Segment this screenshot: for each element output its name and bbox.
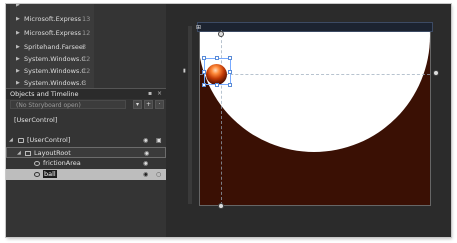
storyboard-options-button[interactable]: ▾ xyxy=(133,100,142,109)
blend-window: ▶ ▶ Microsoft.Express 13 ▶ Microsoft.Expres… xyxy=(6,4,451,237)
assembly-count: 13 xyxy=(82,15,91,23)
expand-arrow-icon[interactable]: ▶ xyxy=(16,27,20,39)
close-icon[interactable]: × xyxy=(157,89,162,99)
resize-handle[interactable] xyxy=(202,56,206,60)
lock-icon[interactable]: ○ xyxy=(156,169,161,180)
list-item[interactable]: ▶ System.Windows.C 12 xyxy=(10,65,94,77)
tree-label: [UserControl] xyxy=(27,136,71,144)
close-icon: · xyxy=(158,101,161,108)
resize-handle[interactable] xyxy=(215,83,219,87)
lock-icon[interactable]: ▣ xyxy=(156,135,162,146)
assembly-count: 12 xyxy=(82,55,91,63)
expand-arrow-icon[interactable]: ◢ xyxy=(9,135,13,146)
artboard-area: ⊞ ▮ xyxy=(166,4,451,237)
bottom-margin-marker[interactable] xyxy=(218,203,224,209)
eye-icon[interactable]: ◉ xyxy=(143,135,148,146)
eye-icon[interactable]: ◉ xyxy=(143,169,148,180)
expand-arrow-icon[interactable]: ▶ xyxy=(16,13,20,25)
tree-label: frictionArea xyxy=(43,159,81,167)
storyboard-bar: (No Storyboard open) ▾ + · xyxy=(6,99,166,111)
assembly-name: Microsoft.Express xyxy=(24,15,82,23)
usercontrol-icon xyxy=(18,138,24,143)
tree-row-root[interactable]: [UserControl] xyxy=(6,115,166,126)
expand-arrow-icon[interactable]: ▶ xyxy=(16,41,20,53)
tree-label: [UserControl] xyxy=(14,116,58,124)
list-item[interactable]: ▶ System.Windows.C 3 xyxy=(10,77,94,88)
list-item[interactable]: ▶ Spritehand.Farseer 5 xyxy=(10,41,94,53)
right-margin-marker[interactable] xyxy=(433,70,439,76)
resize-handle[interactable] xyxy=(228,70,232,74)
tree-row-frictionarea[interactable]: frictionArea ◉ xyxy=(6,158,166,169)
eye-icon[interactable]: ◉ xyxy=(143,158,148,169)
selection-box[interactable] xyxy=(204,58,231,85)
assembly-name: System.Windows.C xyxy=(24,67,86,75)
artboard-top-bar[interactable] xyxy=(197,22,433,32)
guide-line xyxy=(200,74,430,75)
vertical-ruler[interactable] xyxy=(188,26,192,204)
panel-title: Objects and Timeline xyxy=(10,90,79,98)
assembly-name: System.Windows.C xyxy=(24,79,86,87)
ellipse-icon xyxy=(34,172,40,177)
resize-handle[interactable] xyxy=(202,70,206,74)
expand-arrow-icon[interactable]: ▶ xyxy=(16,4,20,11)
assembly-list: ▶ ▶ Microsoft.Express 13 ▶ Microsoft.Expres… xyxy=(10,4,94,88)
resize-handle[interactable] xyxy=(202,83,206,87)
resize-handle[interactable] xyxy=(228,83,232,87)
resize-handle[interactable] xyxy=(215,56,219,60)
new-storyboard-button[interactable]: + xyxy=(144,100,153,109)
top-margin-marker[interactable] xyxy=(218,31,224,37)
artboard[interactable] xyxy=(199,29,431,206)
objects-timeline-header: Objects and Timeline ▪ × xyxy=(6,88,166,99)
tree-label[interactable]: ball xyxy=(43,170,57,178)
list-item[interactable]: ▶ Microsoft.Express 13 xyxy=(10,13,94,25)
guide-line xyxy=(221,30,222,205)
list-item[interactable]: ▶ System.Windows.C 12 xyxy=(10,53,94,65)
expand-arrow-icon[interactable]: ▶ xyxy=(16,77,20,88)
pin-icon[interactable]: ▪ xyxy=(148,89,152,99)
list-item[interactable]: ▶ Microsoft.Express 12 xyxy=(10,27,94,39)
ruler-marker[interactable]: ▮ xyxy=(183,68,186,74)
list-item[interactable]: ▶ xyxy=(10,4,94,11)
assembly-name: System.Windows.C xyxy=(24,55,86,63)
left-panel: ▶ ▶ Microsoft.Express 13 ▶ Microsoft.Expres… xyxy=(6,4,166,237)
close-storyboard-button[interactable]: · xyxy=(155,100,164,109)
tree-row-usercontrol[interactable]: ◢ [UserControl] ◉ ▣ xyxy=(6,135,166,146)
assembly-count: 12 xyxy=(82,29,91,37)
tree-row-ball[interactable]: ball ◉ ○ xyxy=(6,169,166,180)
grid-icon xyxy=(25,151,31,156)
grid-icon[interactable]: ⊞ xyxy=(196,24,201,31)
ellipse-icon xyxy=(34,161,40,166)
assembly-count: 12 xyxy=(82,67,91,75)
assembly-count: 3 xyxy=(82,79,87,87)
friction-area-ellipse[interactable] xyxy=(200,30,430,152)
assembly-name: Spritehand.Farseer xyxy=(24,43,86,51)
storyboard-picker[interactable]: (No Storyboard open) xyxy=(10,100,126,109)
assembly-count: 5 xyxy=(82,43,87,51)
resize-handle[interactable] xyxy=(228,56,232,60)
assembly-name: Microsoft.Express xyxy=(24,29,82,37)
expand-arrow-icon[interactable]: ▶ xyxy=(16,65,20,77)
tree-row-layoutroot[interactable]: ◢ LayoutRoot ◉ xyxy=(6,147,166,158)
expand-arrow-icon[interactable]: ▶ xyxy=(16,53,20,65)
